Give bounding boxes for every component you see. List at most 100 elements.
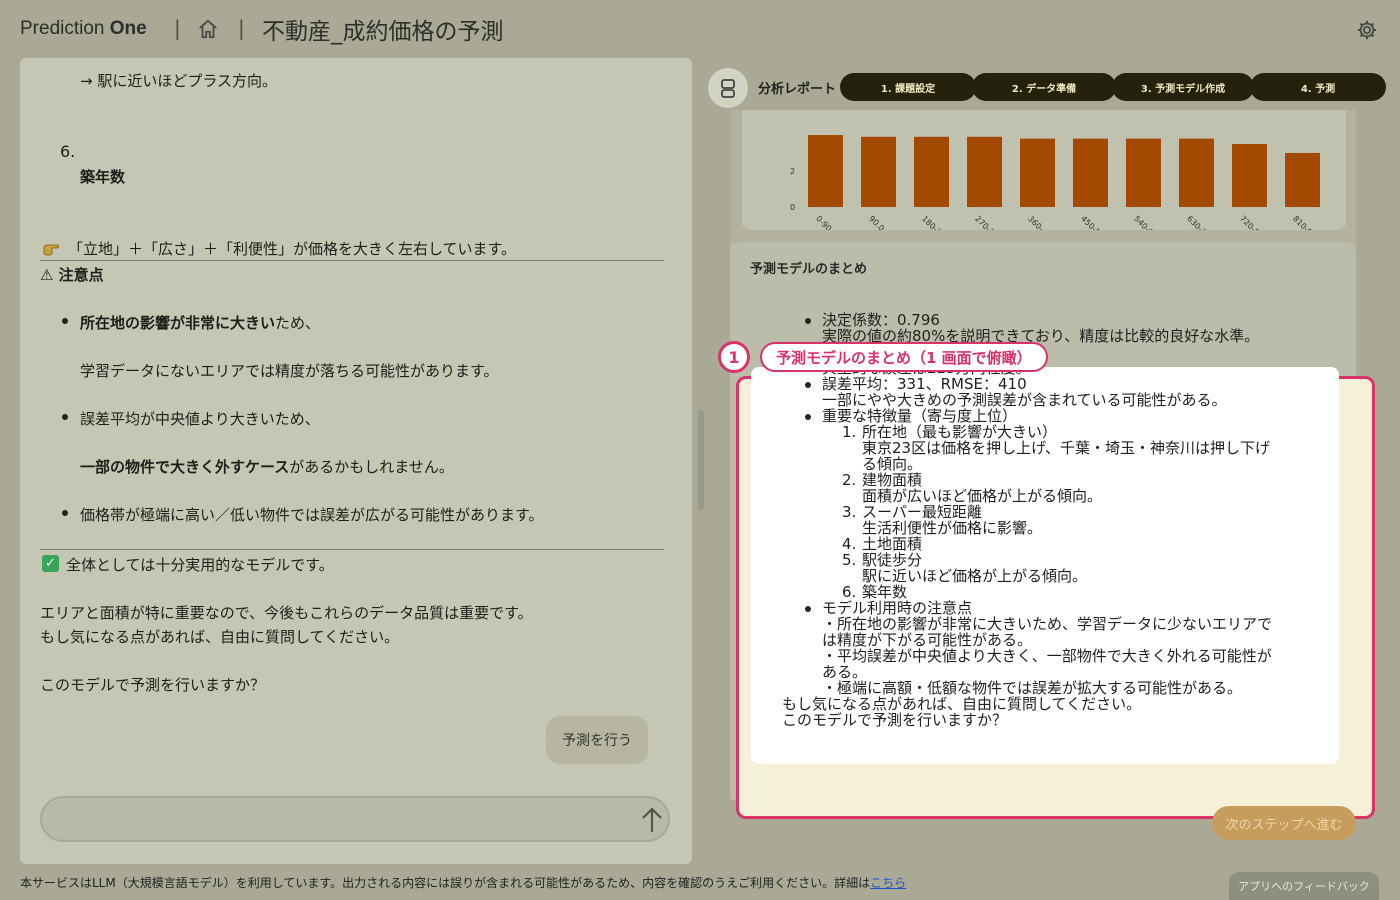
histogram-bar [1232, 144, 1267, 207]
caution-item-1-cont: 学習データにないエリアでは精度が落ちる可能性があります。 [80, 362, 499, 380]
summary-line: は精度が下がる可能性がある。 [822, 631, 1033, 649]
predict-button[interactable]: 予測を行う [546, 716, 648, 764]
robot-icon [708, 68, 748, 108]
x-tick-label: 0-90.0 [814, 214, 839, 230]
x-tick-label: 810-900 [1291, 214, 1321, 230]
summary-line: 重要な特徴量（寄与度上位） [822, 407, 1018, 425]
summary-title: 予測モデルのまとめ [750, 262, 868, 277]
conclusion-text: 「立地」＋「広さ」＋「利便性」が価格を大きく左右しています。 [68, 240, 517, 258]
summary-line: 建物面積 [862, 471, 923, 489]
bullet-dot [805, 414, 811, 420]
x-tick-label: 630-720 [1185, 214, 1215, 230]
summary-line: 東京23区は価格を押し上げ、千葉・埼玉・神奈川は押し下げ [862, 439, 1271, 457]
chat-messages[interactable]: → 駅に近いほどプラス方向。 6. 築年数 「立地」＋「広さ」＋「利便性」が価格… [20, 58, 692, 788]
question-text: このモデルで予測を行いますか？ [40, 676, 266, 694]
message-line: もし気になる点があれば、自由に質問してください。 [40, 628, 400, 646]
caution-item-3: 価格帯が極端に高い／低い物件では誤差が広がる可能性があります。 [80, 506, 544, 524]
list-number: 3. [842, 503, 857, 521]
summary-line: る傾向。 [862, 455, 923, 473]
brand-bold: One [109, 18, 147, 39]
details-link[interactable]: こちら [870, 876, 906, 890]
chat-panel: → 駅に近いほどプラス方向。 6. 築年数 「立地」＋「広さ」＋「利便性」が価格… [20, 58, 692, 864]
caution-item-2: 誤差平均が中央値より大きいため、 [80, 410, 320, 428]
x-tick-label: 270-360 [973, 214, 1003, 230]
summary-line: ・所在地の影響が非常に大きいため、学習データに少ないエリアで [822, 615, 1273, 633]
disclaimer-footer: 本サービスはLLM（大規模言語モデル）を利用しています。出力される内容には誤りが… [20, 874, 906, 891]
step-1[interactable]: 1. 課題設定 [840, 73, 976, 101]
divider [40, 260, 664, 261]
x-tick-label: 720-810 [1238, 214, 1268, 230]
x-tick-label: 90.0-180 [867, 214, 899, 230]
y-tick-label: 0 [790, 203, 795, 212]
header-separator: | [238, 16, 245, 40]
gear-icon[interactable] [1356, 19, 1378, 41]
chat-input[interactable] [40, 796, 670, 842]
list-number: 5. [842, 551, 857, 569]
home-icon[interactable] [197, 18, 219, 40]
step-4[interactable]: 4. 予測 [1250, 73, 1386, 101]
brand-prefix: Prediction [20, 18, 110, 39]
list-number: 4. [842, 535, 857, 553]
panel-resize-handle[interactable] [698, 410, 704, 510]
summary-line: 生活利便性が価格に影響。 [862, 519, 1043, 537]
summary-line: 駅に近いほど価格が上がる傾向。 [862, 567, 1088, 585]
histogram-bar [1179, 138, 1214, 207]
summary-line: 誤差平均：331、RMSE：410 [822, 375, 1027, 393]
list-number: 2. [842, 471, 857, 489]
summary-line: ある。 [822, 663, 868, 681]
page-title: 不動産_成約価格の予測 [262, 19, 504, 45]
callout-number: 1 [718, 341, 750, 373]
app-header: Prediction One | | 不動産_成約価格の予測 [0, 0, 1400, 58]
bullet-dot [62, 318, 68, 324]
caution-item-2-bold: 一部の物件で大きく外すケース [80, 458, 290, 476]
summary-line: 所在地（最も影響が大きい） [862, 423, 1058, 441]
caution-item-1-rest: ため、 [275, 314, 321, 332]
summary-line: ・平均誤差が中央値より大きく、一部物件で大きく外れる可能性が [822, 647, 1272, 665]
summary-line: 土地面積 [862, 535, 923, 553]
bullet-dot [805, 382, 811, 388]
overall-text: 全体としては十分実用的なモデルです。 [66, 556, 334, 574]
brand-logo[interactable]: Prediction One [20, 18, 147, 40]
summary-line: 築年数 [862, 583, 908, 601]
histogram-bar [1126, 138, 1161, 207]
caution-item-2-rest: があるかもしれません。 [289, 458, 454, 476]
y-tick-label: 2 [790, 167, 795, 176]
pointing-hand-icon [43, 244, 59, 256]
feedback-button[interactable]: アプリへのフィードバック [1229, 872, 1379, 900]
summary-line: スーパー最短距離 [862, 503, 982, 521]
x-tick-label: 450-540 [1079, 214, 1109, 230]
callout-label: 予測モデルのまとめ（1 画面で俯瞰） [760, 342, 1048, 372]
summary-line: 駅徒歩分 [862, 551, 923, 569]
header-separator: | [174, 16, 181, 40]
summary-line: 決定係数：0.796 [822, 311, 940, 329]
step-2[interactable]: 2. データ準備 [972, 73, 1116, 101]
step-3[interactable]: 3. 予測モデル作成 [1112, 73, 1254, 101]
summary-line: ・極端に高額・低額な物件では誤差が拡大する可能性がある。 [822, 679, 1243, 697]
caution-heading: ⚠ 注意点 [40, 266, 104, 284]
x-tick-label: 360-450 [1026, 214, 1056, 230]
summary-line: モデル利用時の注意点 [822, 599, 973, 617]
send-arrow-icon[interactable] [640, 806, 664, 834]
bullet-dot [62, 510, 68, 516]
divider [40, 549, 664, 550]
list-number: 6. [60, 142, 76, 161]
histogram-bar [1285, 153, 1320, 207]
histogram-bar [808, 135, 843, 207]
caution-item-1: 所在地の影響が非常に大きいため、 [80, 312, 320, 333]
list-number: 6. [842, 583, 857, 601]
message-line: エリアと面積が特に重要なので、今後もこれらのデータ品質は重要です。 [40, 604, 533, 622]
caution-item-2-cont: 一部の物件で大きく外すケースがあるかもしれません。 [80, 456, 454, 477]
check-icon: ✓ [42, 555, 59, 572]
next-step-button[interactable]: 次のステップへ進む [1212, 806, 1356, 840]
histogram-bar [967, 136, 1002, 207]
report-header: 分析レポート 1. 課題設定 2. データ準備 3. 予測モデル作成 4. 予測 [706, 64, 1386, 110]
report-label: 分析レポート [758, 82, 837, 97]
x-tick-label: 180-270 [920, 214, 950, 230]
bullet-dot [62, 414, 68, 420]
step-indicator: 1. 課題設定 2. データ準備 3. 予測モデル作成 4. 予測 [840, 73, 1386, 101]
chat-partial-line: → 駅に近いほどプラス方向。 [80, 72, 278, 90]
summary-line: このモデルで予測を行いますか？ [782, 711, 1008, 729]
error-histogram-card: 0 2 0-90.0 90.0-180 180-270 270-360 360-450 450… [742, 110, 1346, 247]
summary-line: 面積が広いほど価格が上がる傾向。 [862, 487, 1103, 505]
bullet-dot [805, 318, 811, 324]
